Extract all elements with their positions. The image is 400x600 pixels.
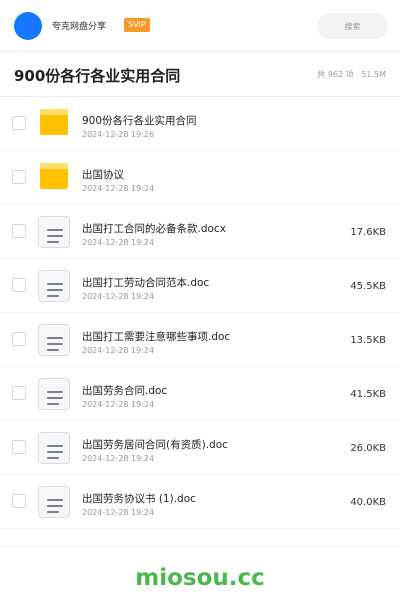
avatar[interactable] bbox=[14, 12, 42, 40]
file-name[interactable]: 出国劳务协议书 (1).doc bbox=[82, 491, 196, 506]
svip-badge: SVIP bbox=[124, 18, 150, 32]
file-name[interactable]: 出国劳务居间合同(有资质).doc bbox=[82, 437, 228, 452]
file-name[interactable]: 出国打工劳动合同范本.doc bbox=[82, 275, 209, 290]
document-icon bbox=[38, 486, 70, 518]
file-row[interactable]: 出国打工劳动合同范本.doc 2024-12-28 19:24 45.5KB bbox=[0, 259, 400, 313]
page-title: 900份各行各业实用合同 bbox=[14, 67, 181, 85]
row-checkbox[interactable] bbox=[12, 332, 26, 346]
file-name[interactable]: 出国打工合同的必备条款.docx bbox=[82, 221, 226, 236]
file-size: 45.5KB bbox=[350, 281, 386, 292]
file-name[interactable]: 出国协议 bbox=[82, 167, 124, 182]
file-size: 13.5KB bbox=[350, 335, 386, 346]
file-list: 900份各行各业实用合同 2024-12-28 19:26 出国协议 2024-… bbox=[0, 97, 400, 529]
row-checkbox[interactable] bbox=[12, 224, 26, 238]
file-date: 2024-12-28 19:24 bbox=[82, 508, 155, 517]
folder-icon bbox=[38, 108, 70, 140]
file-date: 2024-12-28 19:24 bbox=[82, 400, 155, 409]
top-bar: 夸克网盘分享 SVIP bbox=[0, 0, 400, 52]
file-date: 2024-12-28 19:24 bbox=[82, 292, 155, 301]
footer: miosou.cc bbox=[0, 546, 400, 600]
row-checkbox[interactable] bbox=[12, 494, 26, 508]
document-icon bbox=[38, 378, 70, 410]
watermark: miosou.cc bbox=[135, 565, 265, 591]
row-checkbox[interactable] bbox=[12, 116, 26, 130]
file-name[interactable]: 900份各行各业实用合同 bbox=[82, 113, 197, 128]
file-row[interactable]: 出国打工合同的必备条款.docx 2024-12-28 19:24 17.6KB bbox=[0, 205, 400, 259]
file-size: 40.0KB bbox=[350, 497, 386, 508]
document-icon bbox=[38, 324, 70, 356]
file-name[interactable]: 出国劳务合同.doc bbox=[82, 383, 167, 398]
document-icon bbox=[38, 432, 70, 464]
search-input[interactable] bbox=[317, 13, 388, 39]
document-icon bbox=[38, 216, 70, 248]
file-size: 26.0KB bbox=[350, 443, 386, 454]
file-row[interactable]: 900份各行各业实用合同 2024-12-28 19:26 bbox=[0, 97, 400, 151]
file-name[interactable]: 出国打工需要注意哪些事项.doc bbox=[82, 329, 230, 344]
row-checkbox[interactable] bbox=[12, 440, 26, 454]
row-checkbox[interactable] bbox=[12, 278, 26, 292]
file-row[interactable]: 出国协议 2024-12-28 19:24 bbox=[0, 151, 400, 205]
file-date: 2024-12-28 19:24 bbox=[82, 454, 155, 463]
row-checkbox[interactable] bbox=[12, 170, 26, 184]
file-size: 41.5KB bbox=[350, 389, 386, 400]
item-summary: 共 962 项 · 51.5M bbox=[317, 70, 386, 79]
file-row[interactable]: 出国劳务协议书 (1).doc 2024-12-28 19:24 40.0KB bbox=[0, 475, 400, 529]
file-row[interactable]: 出国劳务居间合同(有资质).doc 2024-12-28 19:24 26.0K… bbox=[0, 421, 400, 475]
row-checkbox[interactable] bbox=[12, 386, 26, 400]
file-size: 17.6KB bbox=[350, 227, 386, 238]
file-date: 2024-12-28 19:24 bbox=[82, 238, 155, 247]
file-date: 2024-12-28 19:26 bbox=[82, 130, 155, 139]
file-row[interactable]: 出国打工需要注意哪些事项.doc 2024-12-28 19:24 13.5KB bbox=[0, 313, 400, 367]
file-row[interactable]: 出国劳务合同.doc 2024-12-28 19:24 41.5KB bbox=[0, 367, 400, 421]
folder-header: 900份各行各业实用合同 共 962 项 · 51.5M bbox=[0, 52, 400, 97]
file-date: 2024-12-28 19:24 bbox=[82, 346, 155, 355]
document-icon bbox=[38, 270, 70, 302]
user-name: 夸克网盘分享 bbox=[52, 22, 107, 32]
folder-icon bbox=[38, 162, 70, 194]
file-date: 2024-12-28 19:24 bbox=[82, 184, 155, 193]
